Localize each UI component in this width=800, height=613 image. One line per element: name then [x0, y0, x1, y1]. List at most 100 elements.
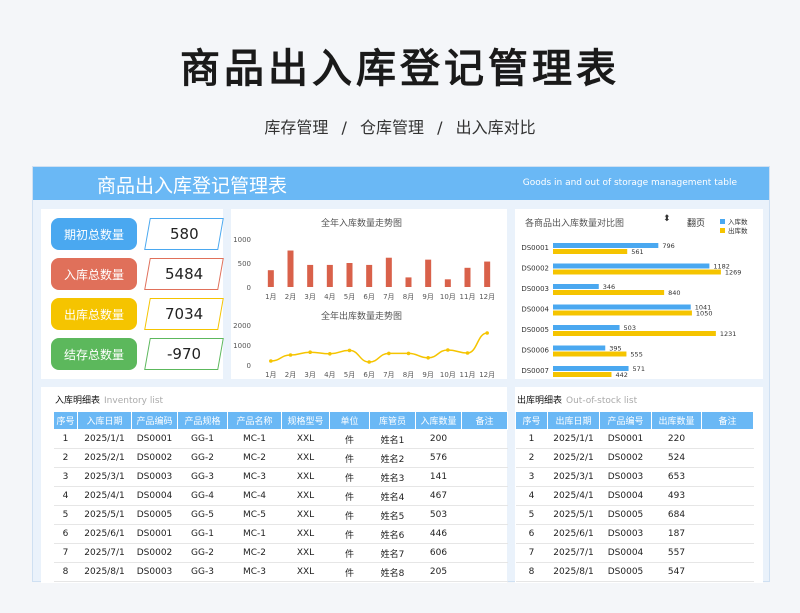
- inbound-bar[interactable]: [267, 270, 274, 287]
- compare-bar[interactable]: [553, 325, 620, 330]
- nav-item-warehouse[interactable]: 仓库管理: [360, 118, 424, 137]
- outbound-point[interactable]: [347, 348, 352, 353]
- inbound-bar[interactable]: [385, 257, 392, 287]
- compare-bar[interactable]: [553, 345, 606, 351]
- table-cell: DS0001: [131, 429, 178, 449]
- table-cell: 5: [515, 505, 548, 525]
- table-row[interactable]: 7 2025/7/1 DS0004 557: [515, 543, 754, 563]
- inbound-bar[interactable]: [346, 263, 353, 287]
- kpi-label: 结存总数量: [51, 338, 137, 370]
- table-cell: 2025/5/1: [547, 505, 600, 525]
- table-cell: 姓名2: [369, 448, 416, 468]
- outbound-point[interactable]: [328, 352, 332, 356]
- table-cell: [461, 467, 508, 487]
- kpi-value: 580: [144, 218, 224, 250]
- table-cell: 件: [329, 505, 370, 525]
- compare-bar[interactable]: [553, 269, 721, 275]
- x-tick-label: 2月: [285, 293, 296, 301]
- outbound-point[interactable]: [406, 351, 411, 356]
- compare-bar[interactable]: [553, 331, 716, 336]
- table-row[interactable]: 2 2025/2/1 DS0002 524: [515, 448, 754, 468]
- table-row[interactable]: 5 2025/5/1 DS0005 684: [515, 505, 754, 525]
- table-cell: 件: [329, 543, 370, 563]
- table-cell: 件: [329, 486, 370, 506]
- bar-value-label: 1050: [696, 310, 713, 318]
- inbound-bar[interactable]: [287, 250, 294, 287]
- dashboard-sheet: 商品出入库登记管理表 Goods in and out of storage m…: [32, 166, 770, 583]
- kpi-value-text: 580: [169, 225, 199, 243]
- table-row[interactable]: 6 2025/6/1 DS0001 GG-1 MC-1 XXL 件姓名6 446: [53, 524, 508, 544]
- table-cell: 2025/7/1: [547, 543, 600, 563]
- table-cell: [701, 505, 754, 525]
- legend-label: 出库数: [728, 226, 748, 235]
- table-row[interactable]: 3 2025/3/1 DS0003 653: [515, 467, 754, 487]
- x-tick-label: 9月: [422, 293, 433, 301]
- compare-bar[interactable]: [553, 249, 628, 254]
- compare-bar[interactable]: [553, 290, 665, 295]
- table-cell: 姓名8: [369, 562, 416, 582]
- inbound-bar[interactable]: [326, 264, 333, 287]
- inbound-bar[interactable]: [425, 259, 432, 287]
- kpi-value: 5484: [144, 258, 224, 290]
- table-cell: 467: [415, 486, 462, 506]
- outbound-point[interactable]: [288, 353, 293, 357]
- bar-value-label: 840: [668, 289, 680, 297]
- compare-bar[interactable]: [553, 263, 710, 269]
- kpi-label: 出库总数量: [51, 298, 137, 330]
- inbound-col-header: 产品编码: [131, 411, 178, 430]
- table-cell: 5: [53, 505, 78, 525]
- outbound-point[interactable]: [269, 359, 273, 363]
- bar-value-label: 1269: [725, 269, 742, 277]
- outbound-point[interactable]: [465, 351, 470, 355]
- table-row[interactable]: 1 2025/1/1 DS0001 220: [515, 429, 754, 449]
- x-tick-label: 5月: [344, 371, 355, 379]
- table-row[interactable]: 6 2025/6/1 DS0003 187: [515, 524, 754, 544]
- compare-bar[interactable]: [553, 372, 612, 377]
- x-tick-label: 7月: [383, 371, 394, 379]
- inbound-bar[interactable]: [307, 264, 314, 287]
- table-row[interactable]: 7 2025/7/1 DS0002 GG-2 MC-2 XXL 件姓名7 606: [53, 543, 508, 563]
- table-row[interactable]: 2 2025/2/1 DS0002 GG-2 MC-2 XXL 件姓名2 576: [53, 448, 508, 468]
- table-row[interactable]: 5 2025/5/1 DS0005 GG-5 MC-5 XXL 件姓名5 503: [53, 505, 508, 525]
- table-row[interactable]: 8 2025/8/1 DS0005 547: [515, 562, 754, 582]
- outbound-point[interactable]: [446, 348, 450, 352]
- compare-bar[interactable]: [553, 284, 599, 289]
- table-cell: [461, 562, 508, 582]
- table-cell: DS0005: [599, 505, 652, 525]
- x-tick-label: 9月: [422, 371, 433, 379]
- kpi-value-text: -970: [166, 345, 202, 363]
- inbound-bar[interactable]: [444, 279, 451, 287]
- table-cell: [461, 505, 508, 525]
- nav-item-compare[interactable]: 出入库对比: [456, 118, 536, 137]
- table-cell: 6: [53, 524, 78, 544]
- x-tick-label: 10月: [440, 371, 456, 379]
- table-row[interactable]: 8 2025/8/1 DS0003 GG-3 MC-3 XXL 件姓名8 205: [53, 562, 508, 582]
- compare-bar[interactable]: [553, 351, 627, 357]
- table-row[interactable]: 4 2025/4/1 DS0004 493: [515, 486, 754, 506]
- nav-item-inventory[interactable]: 库存管理: [264, 118, 328, 137]
- table-cell: DS0002: [131, 448, 178, 468]
- outbound-point[interactable]: [387, 351, 391, 356]
- inbound-col-header: 库管员: [369, 411, 416, 430]
- bar-value-label: 796: [662, 242, 674, 250]
- inbound-bar[interactable]: [405, 277, 412, 287]
- outbound-point[interactable]: [426, 356, 430, 360]
- table-row[interactable]: 1 2025/1/1 DS0001 GG-1 MC-1 XXL 件姓名1 200: [53, 429, 508, 449]
- inbound-col-header: 序号: [53, 411, 78, 430]
- outbound-point[interactable]: [485, 331, 489, 335]
- outbound-point[interactable]: [308, 350, 312, 354]
- compare-bar[interactable]: [553, 310, 692, 316]
- compare-bar[interactable]: [553, 304, 691, 310]
- category-label: DS0002: [521, 265, 549, 273]
- inbound-bar[interactable]: [366, 264, 373, 287]
- table-row[interactable]: 3 2025/3/1 DS0003 GG-3 MC-3 XXL 件姓名3 141: [53, 467, 508, 487]
- inbound-bar[interactable]: [484, 261, 491, 287]
- legend-swatch: [720, 219, 725, 224]
- table-row[interactable]: 4 2025/4/1 DS0004 GG-4 MC-4 XXL 件姓名4 467: [53, 486, 508, 506]
- table-cell: 2025/6/1: [547, 524, 600, 544]
- table-cell: 220: [651, 429, 702, 449]
- outbound-point[interactable]: [367, 360, 371, 364]
- inbound-bar[interactable]: [464, 267, 471, 287]
- bar-value-label: 555: [630, 351, 642, 359]
- table-cell: XXL: [281, 448, 330, 468]
